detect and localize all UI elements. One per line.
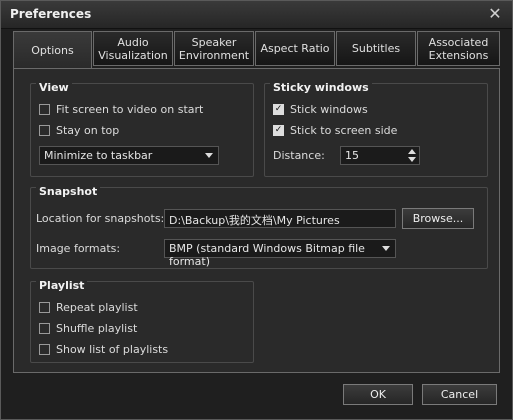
fit-screen-check-icon — [39, 104, 50, 115]
repeat-playlist-label: Repeat playlist — [56, 301, 138, 314]
stay-on-top-label: Stay on top — [56, 124, 120, 137]
window-title: Preferences — [10, 7, 92, 21]
show-playlists-checkbox[interactable]: Show list of playlists — [39, 343, 168, 356]
show-playlists-check-icon — [39, 344, 50, 355]
shuffle-playlist-checkbox[interactable]: Shuffle playlist — [39, 322, 137, 335]
distance-value: 15 — [345, 149, 359, 162]
close-icon[interactable]: ✕ — [486, 5, 504, 23]
location-field[interactable]: D:\Backup\我的文档\My Pictures — [164, 209, 396, 228]
distance-stepper[interactable]: 15 — [340, 146, 420, 165]
distance-label: Distance: — [273, 149, 325, 162]
tab-aspect-ratio[interactable]: Aspect Ratio — [255, 31, 335, 66]
minimize-select[interactable]: Minimize to taskbar — [39, 146, 219, 165]
sticky-windows-group-title: Sticky windows — [270, 81, 372, 94]
tab-audio-visualization-label: Audio Visualization — [98, 35, 168, 62]
shuffle-playlist-label: Shuffle playlist — [56, 322, 138, 335]
title-bar: Preferences ✕ — [1, 1, 512, 29]
snapshot-group-title: Snapshot — [36, 185, 101, 198]
stick-screen-side-check-icon: ✓ — [273, 125, 284, 136]
shuffle-playlist-check-icon — [39, 323, 50, 334]
stay-on-top-check-icon — [39, 125, 50, 136]
tab-subtitles[interactable]: Subtitles — [336, 31, 416, 66]
cancel-button[interactable]: Cancel — [422, 384, 497, 405]
image-formats-value: BMP (standard Windows Bitmap file format… — [169, 242, 365, 268]
tab-subtitles-label: Subtitles — [351, 42, 401, 55]
fit-screen-label: Fit screen to video on start — [56, 103, 204, 116]
playlist-group: Playlist Repeat playlist Shuffle playlis… — [30, 279, 254, 363]
stepper-arrows-icon[interactable] — [408, 148, 417, 164]
fit-screen-checkbox[interactable]: Fit screen to video on start — [39, 103, 203, 116]
tab-associated-extensions[interactable]: Associated Extensions — [417, 31, 500, 66]
stick-windows-checkbox[interactable]: ✓ Stick windows — [273, 103, 368, 116]
stick-screen-side-checkbox[interactable]: ✓ Stick to screen side — [273, 124, 397, 137]
tab-speaker-environment-label: Speaker Environment — [178, 35, 250, 62]
tab-options-label: Options — [31, 44, 74, 57]
tab-options[interactable]: Options — [13, 31, 92, 69]
location-value: D:\Backup\我的文档\My Pictures — [169, 214, 340, 227]
stay-on-top-checkbox[interactable]: Stay on top — [39, 124, 119, 137]
location-label: Location for snapshots: — [36, 212, 165, 225]
repeat-playlist-checkbox[interactable]: Repeat playlist — [39, 301, 138, 314]
stick-screen-side-label: Stick to screen side — [290, 124, 398, 137]
ok-button[interactable]: OK — [343, 384, 413, 405]
repeat-playlist-check-icon — [39, 302, 50, 313]
view-group-title: View — [36, 81, 72, 94]
sticky-windows-group: Sticky windows ✓ Stick windows ✓ Stick t… — [264, 81, 488, 177]
tab-aspect-ratio-label: Aspect Ratio — [260, 42, 330, 55]
options-panel: View Fit screen to video on start Stay o… — [13, 68, 500, 373]
image-formats-select[interactable]: BMP (standard Windows Bitmap file format… — [164, 239, 396, 268]
browse-button[interactable]: Browse... — [402, 208, 474, 229]
stick-windows-check-icon: ✓ — [273, 104, 284, 115]
tab-audio-visualization[interactable]: Audio Visualization — [93, 31, 173, 66]
view-group: View Fit screen to video on start Stay o… — [30, 81, 254, 177]
tab-associated-extensions-label: Associated Extensions — [428, 35, 489, 62]
tab-speaker-environment[interactable]: Speaker Environment — [174, 31, 254, 66]
stick-windows-label: Stick windows — [290, 103, 368, 116]
show-playlists-label: Show list of playlists — [56, 343, 169, 356]
playlist-group-title: Playlist — [36, 279, 88, 292]
preferences-window: Preferences ✕ Options Audio Visualizatio… — [0, 0, 513, 420]
minimize-select-value: Minimize to taskbar — [44, 149, 153, 162]
snapshot-group: Snapshot Location for snapshots: D:\Back… — [30, 185, 488, 269]
chevron-down-icon — [205, 153, 213, 158]
image-formats-label: Image formats: — [36, 242, 121, 255]
chevron-down-icon — [382, 246, 390, 251]
